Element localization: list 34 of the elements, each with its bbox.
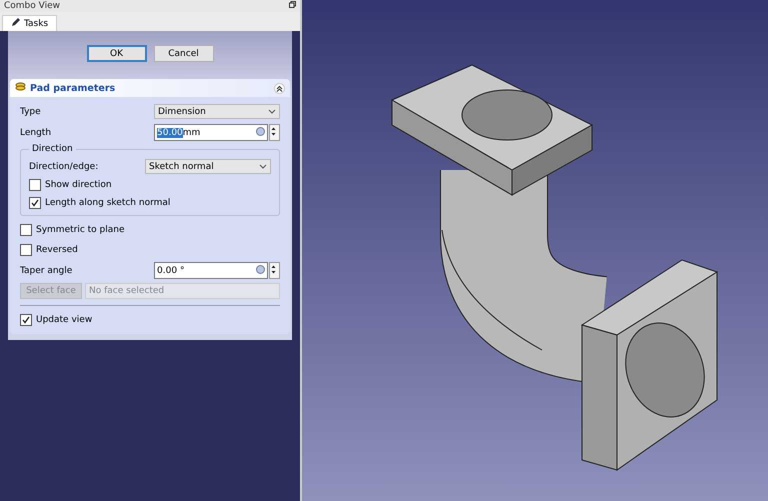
select-face-button: Select face bbox=[20, 283, 82, 299]
checkbox[interactable] bbox=[20, 314, 32, 326]
checkbox[interactable] bbox=[29, 179, 41, 191]
field-label: Type bbox=[20, 106, 42, 116]
group-label: Direction bbox=[29, 144, 76, 154]
checkbox-label: Reversed bbox=[36, 245, 78, 255]
caret-icon bbox=[259, 162, 267, 172]
checkbox[interactable] bbox=[29, 197, 41, 209]
panel-title: Combo View bbox=[4, 1, 60, 11]
dialog-button[interactable]: OK bbox=[86, 45, 146, 62]
spinner-icon[interactable] bbox=[269, 262, 280, 279]
field-label: Length bbox=[20, 128, 52, 138]
face-field: No face selected bbox=[85, 283, 280, 299]
field-label: Taper angle bbox=[20, 266, 74, 276]
checkbox[interactable] bbox=[20, 244, 32, 256]
section-title: Pad parameters bbox=[30, 82, 116, 94]
restore-icon[interactable] bbox=[289, 1, 296, 11]
tab[interactable]: Tasks bbox=[2, 15, 58, 31]
input-field[interactable]: 0.00 ° bbox=[154, 262, 268, 279]
field-label: Direction/edge: bbox=[29, 162, 100, 172]
checkbox[interactable] bbox=[20, 224, 32, 236]
spinner-icon[interactable] bbox=[269, 124, 280, 141]
caret-icon bbox=[268, 106, 276, 116]
checkbox-label: Update view bbox=[36, 315, 92, 325]
expression-icon[interactable] bbox=[256, 264, 265, 276]
input-field[interactable]: 50.00mm bbox=[154, 124, 268, 141]
collapse-icon[interactable] bbox=[274, 82, 285, 94]
dialog-button[interactable]: Cancel bbox=[154, 45, 214, 62]
checkbox-label: Symmetric to plane bbox=[36, 225, 125, 235]
checkbox-label: Length along sketch normal bbox=[45, 198, 170, 208]
dropdown[interactable]: Dimension bbox=[154, 104, 280, 119]
expression-icon[interactable] bbox=[256, 126, 265, 138]
checkbox-label: Show direction bbox=[45, 180, 112, 190]
dropdown[interactable]: Sketch normal bbox=[145, 159, 271, 174]
